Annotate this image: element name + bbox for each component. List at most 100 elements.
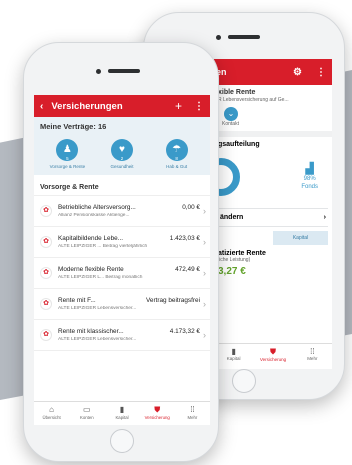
contract-amount: 472,49 € bbox=[175, 266, 200, 273]
more-vertical-icon[interactable]: ⋮ bbox=[194, 101, 204, 112]
grid-icon: ⁞⁞ bbox=[310, 347, 315, 356]
nav-label: Mehr bbox=[187, 415, 198, 420]
nav-label: Kapital bbox=[226, 356, 241, 361]
camera bbox=[216, 35, 221, 40]
contract-text: Kapitalbildende Lebe... 1.423,03 € ALTE L… bbox=[58, 235, 200, 249]
nav-konten[interactable]: ▭ Konten bbox=[69, 402, 104, 425]
allocation-chart: ▟ 98% Fonds bbox=[214, 150, 332, 204]
nav-label: Versicherung bbox=[144, 415, 170, 420]
contract-row[interactable]: ✿ Rente mit F... Vertrag beitragsfrei AL… bbox=[34, 289, 210, 320]
nav-label: Übersicht bbox=[42, 415, 61, 420]
home-button[interactable] bbox=[110, 429, 134, 453]
home-icon: ⌂ bbox=[49, 405, 55, 414]
contract-line: Rente mit F... Vertrag beitragsfrei bbox=[58, 297, 200, 304]
chevron-down-icon[interactable]: ⌄ bbox=[224, 107, 238, 121]
nav-kapital[interactable]: ▮ Kapital bbox=[104, 402, 139, 425]
category-label: Gesundheit bbox=[110, 164, 134, 169]
contract-line: Moderne flexible Rente 472,49 € bbox=[58, 266, 200, 273]
rente-subtitle: liche Leistung) bbox=[218, 257, 251, 263]
fonds-legend: ▟ 98% Fonds bbox=[301, 162, 318, 192]
contracts-summary: Meine Verträge: 16 ♟ 5 Vorsorge & Rente ♥… bbox=[34, 117, 210, 175]
front-phone: ‹ Versicherungen + ⋮ Meine Verträge: 16 … bbox=[23, 42, 219, 462]
bar-chart-icon: ▮ bbox=[231, 347, 236, 356]
front-bottom-nav: ⌂ Übersicht ▭ Konten ▮ Kapital ⛊ Versicherun… bbox=[34, 401, 210, 425]
contract-row[interactable]: ✿ Betriebliche Altersversorg... 0,00 € Al… bbox=[34, 196, 210, 227]
allocation-heading: gsaufteilung bbox=[218, 141, 260, 148]
category-gesundheit[interactable]: ♥ 2 Gesundheit bbox=[98, 139, 146, 169]
contract-detail: Allianz Pensionskasse Aktienge... bbox=[58, 213, 130, 218]
contract-row[interactable]: ✿ Rente mit klassischer... 4.173,32 € ALT… bbox=[34, 320, 210, 351]
nav-mehr[interactable]: ⁞⁞ Mehr bbox=[175, 402, 210, 425]
contract-line: Rente mit klassischer... 4.173,32 € bbox=[58, 328, 200, 335]
category-count: 2 bbox=[120, 156, 124, 161]
page-title: Versicherungen bbox=[51, 100, 123, 112]
category-label: Hab & Gut bbox=[166, 164, 188, 169]
kontakt-label[interactable]: Kontakt bbox=[222, 121, 328, 127]
back-header: en ⚙ ⋮ bbox=[214, 59, 332, 85]
more-vertical-icon[interactable]: ⋮ bbox=[316, 67, 326, 78]
contracts-count: Meine Verträge: 16 bbox=[40, 122, 107, 131]
rente-title: atizierte Rente bbox=[218, 250, 266, 257]
nav-label: Mehr bbox=[307, 356, 318, 361]
rente-value: 3,27 € bbox=[218, 266, 246, 277]
contract-detail: ALTE LEIPZIGER Lebensversicher... bbox=[58, 306, 137, 311]
contract-name: Betriebliche Altersversorg... bbox=[58, 204, 136, 211]
contract-line: Kapitalbildende Lebe... 1.423,03 € bbox=[58, 235, 200, 242]
nav-kapital[interactable]: ▮ Kapital bbox=[214, 344, 253, 369]
fonds-label: Fonds bbox=[301, 184, 318, 191]
change-allocation-row[interactable]: ändern › bbox=[218, 208, 328, 227]
change-allocation-label: ändern bbox=[220, 214, 244, 221]
front-screen: ‹ Versicherungen + ⋮ Meine Verträge: 16 … bbox=[34, 95, 210, 425]
section-heading: Vorsorge & Rente bbox=[34, 175, 210, 196]
grid-icon: ⁞⁞ bbox=[190, 405, 195, 414]
chevron-right-icon: › bbox=[203, 268, 206, 278]
back-tabs: Kapital bbox=[218, 231, 328, 245]
category-hab-gut[interactable]: ☂ 8 Hab & Gut bbox=[153, 139, 201, 169]
contract-detail: ALTE LEIPZIGER ... Beitrag vierteljährli… bbox=[58, 244, 148, 249]
chevron-right-icon: › bbox=[203, 330, 206, 340]
contract-amount: 1.423,03 € bbox=[169, 235, 200, 242]
category-label: Vorsorge & Rente bbox=[49, 164, 86, 169]
cards-icon: ▭ bbox=[83, 405, 91, 414]
contract-line: Betriebliche Altersversorg... 0,00 € bbox=[58, 204, 200, 211]
category-vorsorge[interactable]: ♟ 5 Vorsorge & Rente bbox=[43, 139, 91, 169]
nav-label: Versicherung bbox=[259, 357, 287, 362]
person-icon: ♟ 5 bbox=[56, 139, 79, 161]
contract-subtitle: R Lebensversicherung auf Ge... bbox=[218, 97, 289, 103]
contract-summary: xible Rente R Lebensversicherung auf Ge.… bbox=[214, 85, 332, 131]
chevron-right-icon: › bbox=[203, 206, 206, 216]
nav-versicherung[interactable]: ⛊ Versicherung bbox=[253, 344, 292, 369]
back-bottom-nav: ▮ Kapital ⛊ Versicherung ⁞⁞ Mehr bbox=[214, 343, 332, 369]
insurer-logo-icon: ✿ bbox=[40, 205, 52, 217]
contract-row[interactable]: ✿ Moderne flexible Rente 472,49 € ALTE LE… bbox=[34, 258, 210, 289]
nav-label: Konten bbox=[79, 415, 94, 420]
contract-row[interactable]: ✿ Kapitalbildende Lebe... 1.423,03 € ALTE… bbox=[34, 227, 210, 258]
chevron-right-icon: › bbox=[203, 237, 206, 247]
chevron-right-icon: › bbox=[323, 214, 326, 221]
category-row: ♟ 5 Vorsorge & Rente ♥ 2 Gesundheit ☂ 8 Hab… bbox=[40, 139, 204, 169]
tab-empty[interactable] bbox=[218, 231, 273, 245]
contract-name: Rente mit klassischer... bbox=[58, 328, 124, 335]
nav-mehr[interactable]: ⁞⁞ Mehr bbox=[293, 344, 332, 369]
camera bbox=[96, 69, 101, 74]
chart-icon: ▟ bbox=[305, 163, 314, 176]
add-icon[interactable]: + bbox=[175, 99, 182, 113]
contract-name: Kapitalbildende Lebe... bbox=[58, 235, 124, 242]
gear-icon[interactable]: ⚙ bbox=[293, 67, 302, 78]
contract-amount: 4.173,32 € bbox=[169, 328, 200, 335]
contract-detail: ALTE LEIPZIGER Lebensversicher... bbox=[58, 337, 137, 342]
nav-versicherung[interactable]: ⛊ Versicherung bbox=[140, 402, 175, 425]
insurer-logo-icon: ✿ bbox=[40, 236, 52, 248]
home-button[interactable] bbox=[232, 369, 256, 393]
contract-text: Moderne flexible Rente 472,49 € ALTE LEIP… bbox=[58, 266, 200, 280]
tab-kapital[interactable]: Kapital bbox=[273, 231, 328, 245]
nav-ubersicht[interactable]: ⌂ Übersicht bbox=[34, 402, 69, 425]
contract-amount: 0,00 € bbox=[182, 204, 200, 211]
contract-text: Rente mit klassischer... 4.173,32 € ALTE … bbox=[58, 328, 200, 342]
shield-icon: ⛊ bbox=[269, 347, 276, 356]
contract-text: Betriebliche Altersversorg... 0,00 € Alli… bbox=[58, 204, 200, 218]
front-header: ‹ Versicherungen + ⋮ bbox=[34, 95, 210, 117]
back-screen: en ⚙ ⋮ xible Rente R Lebensversicherung … bbox=[214, 59, 332, 369]
contract-title: xible Rente bbox=[218, 89, 256, 96]
back-arrow-icon[interactable]: ‹ bbox=[40, 101, 43, 112]
